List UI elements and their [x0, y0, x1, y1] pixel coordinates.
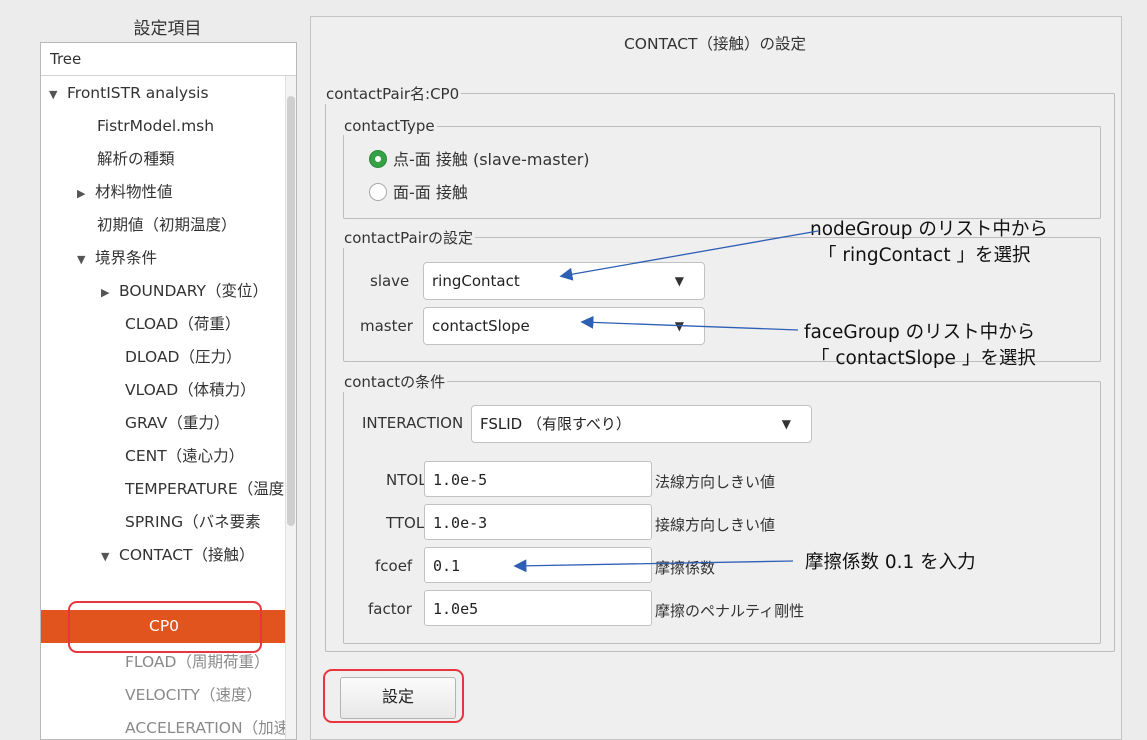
- annotation-arrows: [513, 230, 819, 573]
- master-annotation-arrow: [580, 315, 799, 331]
- fcoef-annotation-arrow: [513, 559, 794, 573]
- slave-annotation-arrow: [559, 230, 819, 281]
